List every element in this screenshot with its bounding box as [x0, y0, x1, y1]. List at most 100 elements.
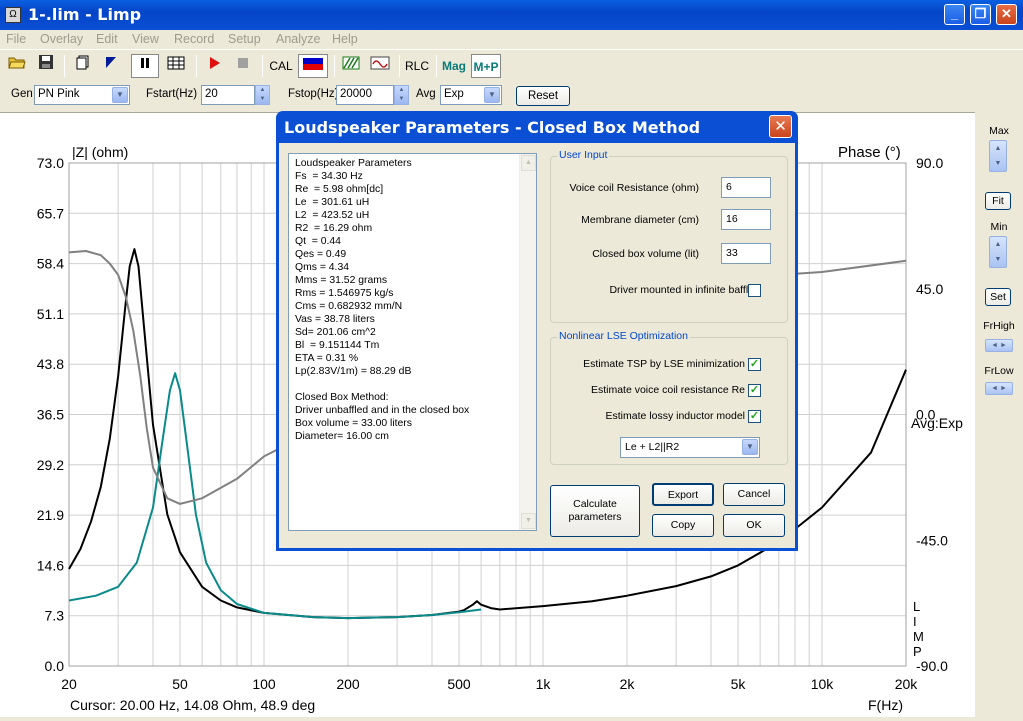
- result-line: Mms = 31.52 grams: [295, 275, 388, 286]
- frhigh-label: FrHigh: [983, 320, 1015, 332]
- x-tick-label: 20: [61, 676, 77, 692]
- gen-select[interactable]: PN Pink ▼: [34, 85, 130, 105]
- min-spinner[interactable]: ▲ ▼: [989, 236, 1007, 268]
- membrane-diameter-input[interactable]: 16: [721, 209, 771, 230]
- menu-help[interactable]: Help: [332, 32, 358, 46]
- y-tick-label: 14.6: [37, 557, 64, 573]
- y2-tick-label: 45.0: [916, 281, 943, 297]
- mag-button[interactable]: Mag: [440, 54, 468, 78]
- x-tick-label: 5k: [731, 676, 747, 692]
- export-button[interactable]: Export: [652, 483, 714, 506]
- avg-label: Avg:Exp: [911, 415, 963, 431]
- scroll-up-icon[interactable]: ▲: [521, 155, 536, 171]
- menu-analyze[interactable]: Analyze: [276, 32, 320, 46]
- close-button[interactable]: ✕: [996, 4, 1017, 25]
- menu-edit[interactable]: Edit: [96, 32, 118, 46]
- results-scrollbar[interactable]: ▲ ▼: [519, 154, 536, 530]
- box-volume-input[interactable]: 33: [721, 243, 771, 264]
- ok-button[interactable]: OK: [723, 514, 785, 537]
- dialog-title-bar: Loudspeaker Parameters - Closed Box Meth…: [279, 111, 795, 143]
- rlc-button[interactable]: RLC: [404, 54, 430, 78]
- fstart-label: Fstart(Hz): [146, 88, 198, 100]
- save-disk-icon[interactable]: [35, 54, 57, 78]
- result-line: Box volume = 33.00 liters: [295, 418, 412, 429]
- result-line: Lp(2.83V/1m) = 88.29 dB: [295, 366, 412, 377]
- voice-coil-input[interactable]: 6: [721, 177, 771, 198]
- mp-button[interactable]: M+P: [471, 54, 501, 78]
- fit-button[interactable]: Fit: [985, 192, 1011, 210]
- fstop-spinner[interactable]: ▲ ▼: [394, 85, 409, 105]
- window-title: 1-.lim - Limp: [28, 5, 142, 24]
- cursor-readout: Cursor: 20.00 Hz, 14.08 Ohm, 48.9 deg: [70, 697, 315, 713]
- pause-icon[interactable]: [131, 54, 159, 78]
- record-play-icon[interactable]: [203, 54, 225, 78]
- result-line: Diameter= 16.00 cm: [295, 431, 389, 442]
- max-spinner[interactable]: ▲ ▼: [989, 140, 1007, 172]
- result-line: [295, 378, 469, 391]
- estimate-re-checkbox[interactable]: ✓: [748, 384, 761, 397]
- maximize-button[interactable]: ❐: [970, 4, 991, 25]
- result-line: Bl = 9.151144 Tm: [295, 340, 380, 351]
- estimate-tsp-checkbox[interactable]: ✓: [748, 358, 761, 371]
- avg-label: Avg: [416, 88, 436, 100]
- result-line: Cms = 0.682932 mm/N: [295, 301, 403, 312]
- result-line: Closed Box Method:: [295, 392, 389, 403]
- calculate-parameters-button[interactable]: Calculate parameters: [550, 485, 640, 537]
- side-letter: L: [913, 599, 920, 614]
- side-letter: P: [913, 644, 922, 659]
- infinite-baffle-checkbox[interactable]: ✓: [748, 284, 761, 297]
- frlow-spinner[interactable]: ◄ ►: [985, 382, 1013, 395]
- result-line: Fs = 34.30 Hz: [295, 171, 363, 182]
- dialog-close-button[interactable]: ✕: [769, 115, 792, 138]
- fstart-spinner[interactable]: ▲ ▼: [255, 85, 270, 105]
- result-line: Le = 301.61 uH: [295, 197, 370, 208]
- y2-tick-label: -45.0: [916, 532, 948, 548]
- green-filter-icon[interactable]: [340, 54, 362, 78]
- estimate-inductor-label: Estimate lossy inductor model: [605, 410, 745, 422]
- y2-tick-label: -90.0: [916, 658, 948, 674]
- minimize-button[interactable]: _: [944, 4, 965, 25]
- fstop-input[interactable]: 20000: [336, 85, 394, 105]
- frhigh-spinner[interactable]: ◄ ►: [985, 339, 1013, 352]
- voice-coil-label: Voice coil Resistance (ohm): [569, 182, 699, 194]
- cal-button[interactable]: CAL: [268, 54, 294, 78]
- copy-button[interactable]: Copy: [652, 514, 714, 537]
- menu-overlay[interactable]: Overlay: [40, 32, 83, 46]
- result-line: Driver unbaffled and in the closed box: [295, 405, 470, 416]
- cancel-button[interactable]: Cancel: [723, 483, 785, 506]
- result-line: Vas = 38.78 liters: [295, 314, 375, 325]
- open-folder-icon[interactable]: [6, 54, 28, 78]
- menu-file[interactable]: File: [6, 32, 26, 46]
- toolbar: CAL RLC Mag M+P: [0, 49, 1023, 81]
- fstart-input[interactable]: 20: [201, 85, 255, 105]
- app-icon[interactable]: Ω: [5, 7, 21, 23]
- stop-icon[interactable]: [232, 54, 254, 78]
- x-axis-title: F(Hz): [868, 697, 903, 713]
- y-tick-label: 7.3: [45, 608, 65, 624]
- x-tick-label: 200: [336, 676, 360, 692]
- fstop-label: Fstop(Hz): [288, 88, 339, 100]
- y-tick-label: 43.8: [37, 356, 64, 372]
- menu-bar: File Overlay Edit View Record Setup Anal…: [0, 30, 1023, 49]
- cursor-flag-icon[interactable]: [100, 54, 122, 78]
- estimate-re-label: Estimate voice coil resistance Re: [590, 384, 745, 396]
- infinite-baffle-label: Driver mounted in infinite baffle: [609, 284, 754, 296]
- menu-setup[interactable]: Setup: [228, 32, 261, 46]
- color-bar-icon[interactable]: [298, 54, 328, 78]
- scroll-down-icon[interactable]: ▼: [521, 513, 536, 529]
- avg-select[interactable]: Exp ▼: [440, 85, 502, 105]
- wave-icon[interactable]: [368, 54, 392, 78]
- set-button[interactable]: Set: [985, 288, 1011, 306]
- result-line: Qes = 0.49: [295, 249, 347, 260]
- inductor-model-select[interactable]: Le + L2||R2 ▼: [620, 437, 760, 458]
- menu-record[interactable]: Record: [174, 32, 214, 46]
- x-tick-label: 1k: [536, 676, 552, 692]
- table-grid-icon[interactable]: [164, 54, 188, 78]
- user-input-title: User Input: [557, 149, 610, 161]
- x-tick-label: 10k: [811, 676, 835, 692]
- results-memo[interactable]: Loudspeaker Parameters Fs = 34.30 Hz Re = …: [288, 153, 537, 531]
- estimate-inductor-checkbox[interactable]: ✓: [748, 410, 761, 423]
- reset-button[interactable]: Reset: [516, 86, 570, 106]
- menu-view[interactable]: View: [132, 32, 159, 46]
- copy-page-icon[interactable]: [72, 54, 94, 78]
